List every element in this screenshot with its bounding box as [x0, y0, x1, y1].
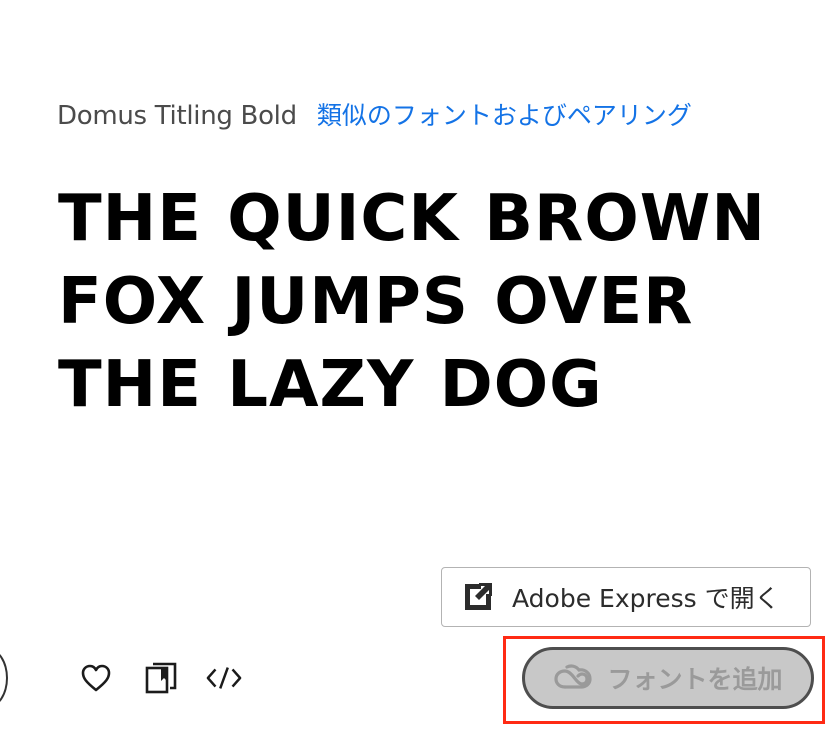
font-family-name: Domus Titling Bold [57, 101, 297, 131]
bookmark-list-icon[interactable] [143, 660, 179, 696]
font-header: Domus Titling Bold 類似のフォントおよびペアリング [57, 96, 692, 132]
open-in-app-icon [460, 579, 496, 615]
code-icon[interactable] [206, 660, 242, 696]
creative-cloud-icon [553, 663, 593, 693]
add-font-button[interactable]: フォントを追加 [522, 647, 814, 709]
partial-circle-button[interactable] [0, 648, 8, 708]
add-font-label: フォントを追加 [607, 665, 783, 694]
open-in-adobe-express-button[interactable]: Adobe Express で開く [441, 567, 811, 627]
heart-icon[interactable] [78, 660, 114, 696]
font-detail-panel: Domus Titling Bold 類似のフォントおよびペアリング THE Q… [0, 0, 840, 740]
open-in-adobe-express-label: Adobe Express で開く [512, 584, 780, 613]
similar-fonts-link[interactable]: 類似のフォントおよびペアリング [317, 96, 692, 132]
font-sample-text: THE QUICK BROWN FOX JUMPS OVER THE LAZY … [58, 182, 766, 422]
